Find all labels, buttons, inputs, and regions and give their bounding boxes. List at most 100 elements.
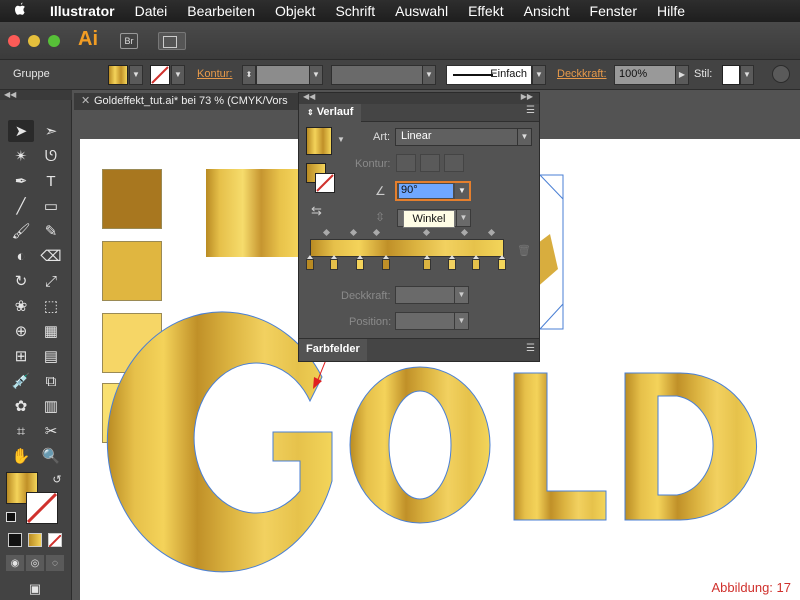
gradient-preview-swatch[interactable] (306, 127, 332, 155)
menu-objekt[interactable]: Objekt (265, 3, 325, 19)
stroke-weight-stepper[interactable]: ⬍ (242, 65, 256, 85)
menu-auswahl[interactable]: Auswahl (385, 3, 458, 19)
panel-collapse-left-icon[interactable]: ◀◀ (303, 92, 315, 101)
symbol-sprayer-tool-icon[interactable]: ✿ (8, 395, 34, 417)
opacity-label[interactable]: Deckkraft: (557, 68, 607, 80)
stroke-style-dropdown[interactable]: ▼ (532, 65, 546, 85)
stroke-dropdown[interactable]: ▼ (171, 65, 185, 85)
menu-app-name[interactable]: Illustrator (40, 3, 125, 19)
swatches-panel-menu-icon[interactable]: ☰ (526, 343, 535, 354)
shape-builder-tool-icon[interactable]: ⊕ (8, 320, 34, 342)
apple-icon[interactable] (0, 2, 40, 20)
panel-collapse-right-icon[interactable]: ▶▶ (521, 92, 533, 101)
zoom-window-button[interactable] (48, 35, 60, 47)
stroke-weight-dropdown[interactable]: ▼ (309, 65, 323, 85)
warp-tool-icon[interactable]: ❀ (8, 295, 34, 317)
draw-behind-icon[interactable]: ◎ (26, 555, 44, 571)
midpoint-marker[interactable] (460, 228, 469, 237)
angle-dropdown-icon[interactable]: ▼ (455, 183, 469, 199)
gradient-type-select[interactable]: Linear ▼ (395, 128, 532, 146)
draw-normal-icon[interactable]: ◉ (6, 555, 24, 571)
gradient-preview-dropdown-icon[interactable]: ▼ (337, 135, 345, 144)
variable-width-dropdown[interactable]: ▼ (422, 65, 436, 85)
stroke-indicator-box[interactable] (315, 173, 335, 193)
stop-opacity-field[interactable]: ▼ (395, 286, 469, 304)
stroke-along-icon[interactable] (420, 154, 440, 172)
swap-colors-icon[interactable]: ↺ (44, 468, 70, 490)
rotate-tool-icon[interactable]: ↻ (8, 270, 34, 292)
stop-opacity-dropdown-icon[interactable]: ▼ (454, 287, 468, 303)
direct-selection-tool-icon[interactable]: ➣ (38, 120, 64, 142)
arrange-documents-button[interactable] (158, 32, 186, 50)
eraser-tool-icon[interactable]: ⌫ (38, 245, 64, 267)
screen-mode-icon[interactable]: ▣ (22, 578, 48, 600)
kontur-label[interactable]: Kontur: (197, 68, 232, 80)
none-mode-icon[interactable] (48, 533, 62, 548)
menu-datei[interactable]: Datei (125, 3, 178, 19)
slice-tool-icon[interactable]: ✂ (38, 420, 64, 442)
midpoint-marker[interactable] (422, 228, 431, 237)
menu-ansicht[interactable]: Ansicht (514, 3, 580, 19)
panel-options-icon[interactable] (772, 65, 790, 83)
midpoint-marker[interactable] (372, 228, 381, 237)
stroke-within-icon[interactable] (396, 154, 416, 172)
blend-tool-icon[interactable]: ⧉ (38, 370, 64, 392)
gradient-tool-icon[interactable]: ▤ (38, 345, 64, 367)
close-tab-icon[interactable]: ✕ (81, 94, 90, 107)
gradient-panel-tab[interactable]: ⇕ Verlauf (299, 104, 362, 122)
color-stop[interactable] (498, 255, 506, 270)
menu-fenster[interactable]: Fenster (580, 3, 647, 19)
opacity-field[interactable]: 100% (614, 65, 676, 85)
stroke-across-icon[interactable] (444, 154, 464, 172)
rectangle-tool-icon[interactable]: ▭ (38, 195, 64, 217)
pencil-tool-icon[interactable]: ✎ (38, 220, 64, 242)
delete-stop-icon[interactable]: 🗑 (517, 244, 531, 257)
stroke-style-field[interactable]: Einfach (446, 65, 532, 85)
default-colors-icon[interactable] (6, 512, 16, 522)
magic-wand-tool-icon[interactable]: ✴ (8, 145, 34, 167)
aspect-ratio-dropdown-icon[interactable]: ▼ (456, 210, 470, 226)
stop-position-dropdown-icon[interactable]: ▼ (454, 313, 468, 329)
style-dropdown[interactable]: ▼ (740, 65, 754, 85)
paintbrush-tool-icon[interactable]: 🖌 (8, 220, 34, 242)
midpoint-marker[interactable] (322, 228, 331, 237)
panel-menu-icon[interactable]: ☰ (526, 105, 535, 116)
eyedropper-tool-icon[interactable]: 💉 (8, 370, 34, 392)
variable-width-field[interactable] (331, 65, 423, 85)
menu-schrift[interactable]: Schrift (325, 3, 385, 19)
stroke-weight-field[interactable] (256, 65, 310, 85)
menu-effekt[interactable]: Effekt (458, 3, 514, 19)
color-stop[interactable] (382, 255, 390, 270)
minimize-window-button[interactable] (28, 35, 40, 47)
menu-bearbeiten[interactable]: Bearbeiten (177, 3, 265, 19)
color-stop[interactable] (448, 255, 456, 270)
selection-tool-icon[interactable]: ➤ (8, 120, 34, 142)
type-tool-icon[interactable]: T (38, 170, 64, 192)
pen-tool-icon[interactable]: ✒ (8, 170, 34, 192)
fill-dropdown[interactable]: ▼ (129, 65, 143, 85)
angle-value[interactable]: 90° (399, 184, 453, 198)
midpoint-marker[interactable] (487, 228, 496, 237)
close-window-button[interactable] (8, 35, 20, 47)
midpoint-marker[interactable] (349, 228, 358, 237)
reverse-gradient-icon[interactable]: ⇆ (311, 203, 322, 219)
column-graph-tool-icon[interactable]: ▥ (38, 395, 64, 417)
line-tool-icon[interactable]: ╱ (8, 195, 34, 217)
perspective-grid-tool-icon[interactable]: ▦ (38, 320, 64, 342)
angle-field[interactable]: 90° ▼ (395, 181, 471, 201)
color-stop[interactable] (472, 255, 480, 270)
style-swatch[interactable] (722, 65, 740, 85)
opacity-dropdown[interactable]: ▶ (675, 65, 689, 85)
gradient-panel-drag-bar[interactable]: ◀◀ ▶▶ (299, 92, 539, 104)
fill-swatch[interactable] (108, 65, 128, 85)
stroke-none-swatch[interactable] (150, 65, 170, 85)
document-tab[interactable]: ✕ Goldeffekt_tut.ai* bei 73 % (CMYK/Vors (74, 93, 300, 110)
mesh-tool-icon[interactable]: ⊞ (8, 345, 34, 367)
color-stop[interactable] (330, 255, 338, 270)
menu-hilfe[interactable]: Hilfe (647, 3, 695, 19)
color-stop[interactable] (356, 255, 364, 270)
free-transform-tool-icon[interactable]: ⬚ (38, 295, 64, 317)
stroke-color-box[interactable] (26, 492, 58, 524)
lasso-tool-icon[interactable]: ᘎ (38, 145, 64, 167)
bridge-button[interactable]: Br (120, 33, 138, 49)
